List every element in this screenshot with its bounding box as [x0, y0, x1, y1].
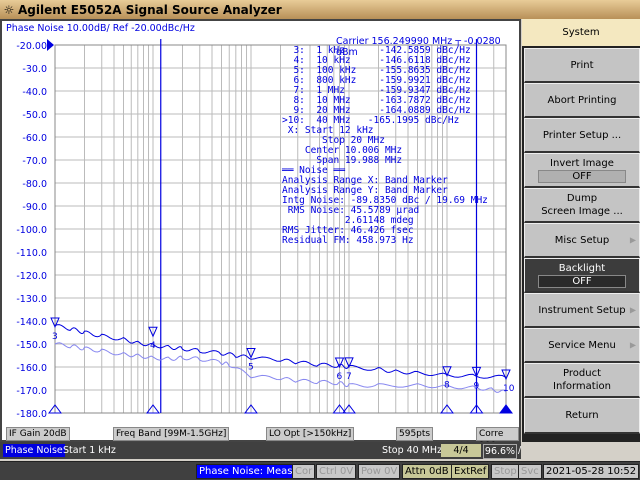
svc-status: Svc: [518, 464, 542, 479]
starburst-icon: ☼: [3, 2, 15, 17]
trace-window: -20.00 -30.0 -40.0 -50.0 -60.0 -70.0 -80.0 -90.…: [0, 19, 521, 451]
stop-freq[interactable]: Stop 40 MHz: [382, 444, 442, 457]
printer-setup-label: Printer Setup ...: [542, 129, 622, 141]
app-title: Agilent E5052A Signal Source Analyzer: [18, 2, 282, 17]
marker-label: 10: [503, 384, 515, 394]
y-tick-label: -50.0: [22, 110, 47, 121]
freq-band-button[interactable]: Freq Band [99M-1.5GHz]: [113, 427, 230, 441]
print-softkey[interactable]: Print: [524, 48, 640, 83]
backlight-state: OFF: [538, 275, 626, 288]
menu-title: System: [522, 19, 640, 46]
marker-label: 5: [248, 362, 254, 372]
return-softkey[interactable]: Return: [524, 398, 640, 434]
product-label-2: Information: [553, 381, 611, 392]
backlight-label: Backlight: [558, 263, 606, 274]
marker-label: 3: [52, 332, 58, 342]
abort-printing-softkey[interactable]: Abort Printing: [524, 83, 640, 118]
cor-status: Cor: [292, 464, 316, 479]
marker-label: 8: [444, 381, 450, 391]
softkey-menu: System Print Abort Printing Printer Setu…: [522, 19, 640, 442]
service-menu-softkey[interactable]: Service Menu ▶: [524, 328, 640, 363]
start-freq[interactable]: Start 1 kHz: [63, 444, 116, 457]
service-label: Service Menu: [548, 339, 616, 351]
y-tick-label: -20.00: [16, 41, 47, 52]
reference-arrow-icon: [47, 39, 54, 51]
submenu-arrow-icon: ▶: [629, 340, 636, 350]
stop-status: Stop: [491, 464, 520, 479]
ctrl-status: Ctrl 0V: [316, 464, 357, 479]
y-tick-label: -180.0: [16, 409, 47, 420]
sweep-count: 4/4: [441, 444, 481, 457]
y-tick-label: -60.0: [22, 133, 47, 144]
marker-label: 6: [337, 372, 343, 382]
y-tick-label: -100.0: [16, 225, 47, 236]
abort-label: Abort Printing: [547, 94, 617, 106]
marker-label: 7: [346, 372, 352, 382]
y-tick-label: -160.0: [16, 363, 47, 374]
dump-label: Dump: [566, 193, 598, 204]
datetime: 2021-05-28 10:52: [543, 464, 640, 479]
instrument-label: Instrument Setup: [538, 304, 626, 316]
menu-title-label: System: [562, 27, 600, 38]
status-bar: Phase Noise Start 1 kHz Stop 40 MHz 4/4 …: [0, 442, 521, 459]
invert-image-softkey[interactable]: Invert Image OFF: [524, 153, 640, 188]
submenu-arrow-icon: ▶: [629, 235, 636, 245]
lo-opt-button[interactable]: LO Opt [>150kHz]: [266, 427, 355, 441]
marker-label: 4: [150, 341, 156, 351]
progress-icon: /: [518, 445, 522, 456]
title-bar: ☼ Agilent E5052A Signal Source Analyzer: [0, 0, 640, 19]
invert-label: Invert Image: [550, 158, 614, 169]
instrument-setup-softkey[interactable]: Instrument Setup ▶: [524, 293, 640, 328]
dump-label-2: Screen Image ...: [541, 206, 623, 217]
y-tick-label: -30.0: [22, 64, 47, 75]
if-gain-button[interactable]: IF Gain 20dB: [6, 427, 70, 441]
misc-label: Misc Setup: [554, 234, 610, 246]
y-tick-label: -90.0: [22, 202, 47, 213]
printer-setup-softkey[interactable]: Printer Setup ...: [524, 118, 640, 153]
y-tick-label: -110.0: [16, 248, 47, 259]
y-tick-label: -140.0: [16, 317, 47, 328]
invert-state: OFF: [538, 170, 626, 183]
return-label: Return: [565, 410, 599, 421]
mode-label: Phase Noise: [3, 444, 65, 457]
attn-status: Attn 0dB: [402, 464, 452, 479]
dump-screen-softkey[interactable]: Dump Screen Image ...: [524, 188, 640, 223]
progress-readout: 96.6%: [483, 444, 517, 459]
marker-row: Residual FM: 458.973 Hz: [282, 235, 414, 246]
product-info-softkey[interactable]: Product Information: [524, 363, 640, 398]
misc-setup-softkey[interactable]: Misc Setup ▶: [524, 223, 640, 258]
meas-status: Phase Noise: Meas: [196, 464, 296, 479]
pow-status: Pow 0V: [358, 464, 401, 479]
marker-label: 9: [473, 381, 479, 391]
setup-button-row: IF Gain 20dB Freq Band [99M-1.5GHz] LO O…: [2, 426, 519, 451]
y-tick-label: -130.0: [16, 294, 47, 305]
product-label: Product: [563, 368, 601, 379]
y-tick-label: -40.0: [22, 87, 47, 98]
submenu-arrow-icon: ▶: [629, 305, 636, 315]
correlation-button[interactable]: Corre 100: [476, 427, 519, 451]
trace-header[interactable]: Phase Noise 10.00dB/ Ref -20.00dBc/Hz: [6, 23, 195, 34]
backlight-softkey[interactable]: Backlight OFF: [524, 258, 640, 293]
marker-position-icon: [499, 404, 513, 414]
y-tick-label: -120.0: [16, 271, 47, 282]
extref-status: ExtRef: [451, 464, 490, 479]
points-button[interactable]: 595pts: [396, 427, 434, 441]
y-tick-label: -70.0: [22, 156, 47, 167]
y-tick-label: -80.0: [22, 179, 47, 190]
bottom-status-bar: Phase Noise: Meas Cor Ctrl 0V Pow 0V Att…: [0, 461, 640, 480]
y-tick-label: -150.0: [16, 340, 47, 351]
marker-table: 3: 1 kHz -142.5859 dBc/Hz 4: 10 kHz -146…: [282, 46, 488, 246]
y-tick-label: -170.0: [16, 386, 47, 397]
print-label: Print: [570, 59, 594, 71]
